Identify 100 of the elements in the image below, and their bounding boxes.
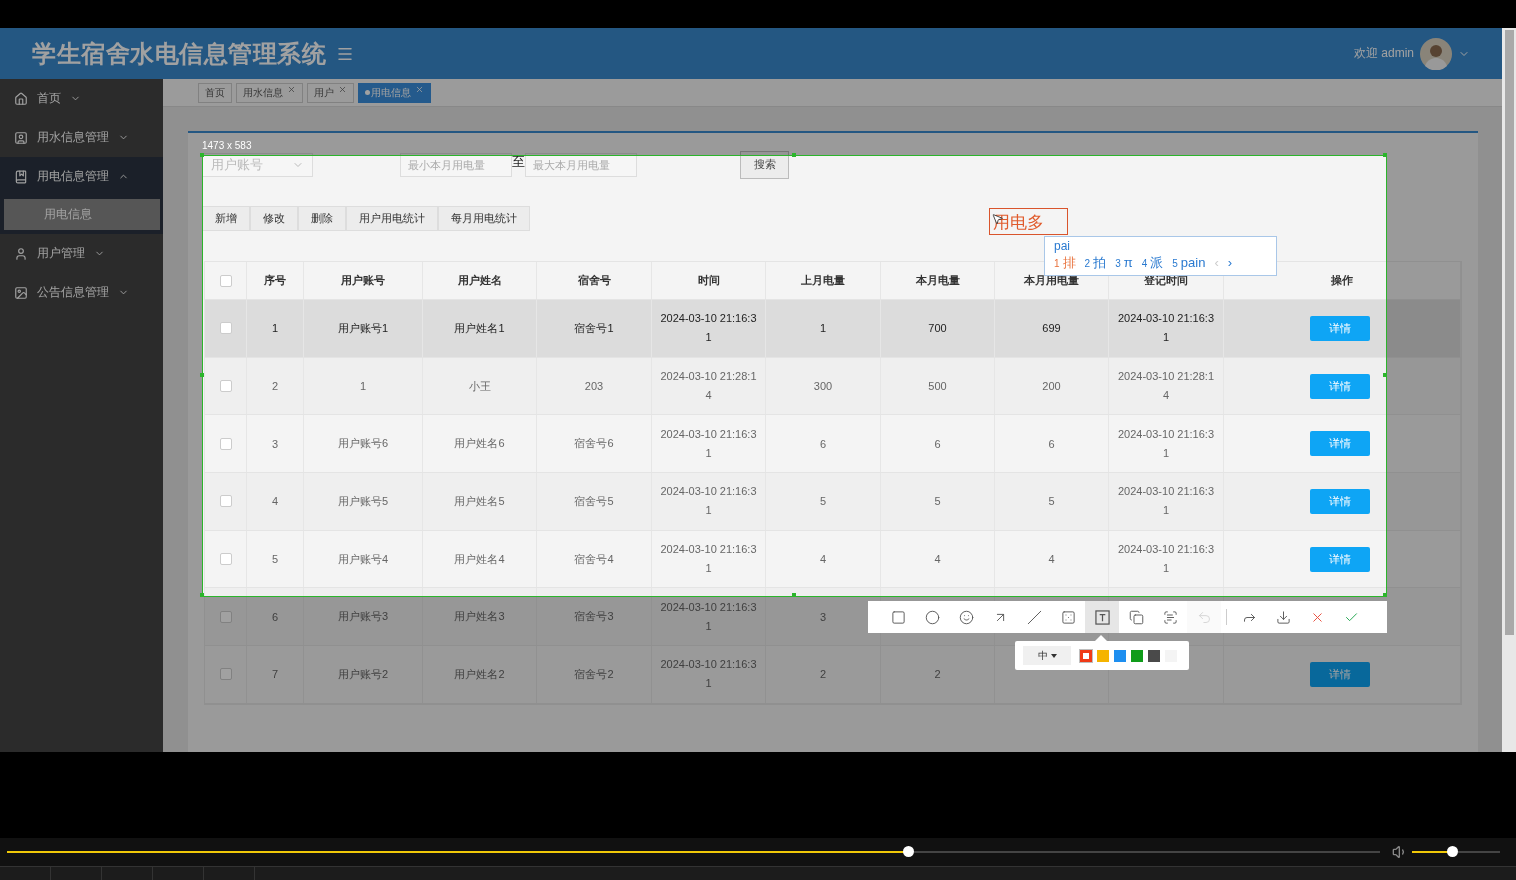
- table-cell: 4: [271, 495, 279, 508]
- search-button[interactable]: 搜索: [740, 150, 789, 179]
- avatar[interactable]: [1420, 37, 1452, 70]
- table-row[interactable]: 1 用户账号1 用户姓名1 宿舍号1 2024-03-10 21:16:31 1 700 699 2024-03-10 21:16:31 详情: [205, 300, 1461, 358]
- table-cell: 小王: [468, 378, 491, 394]
- sidebar-item[interactable]: 公告信息管理: [0, 273, 163, 312]
- tab[interactable]: 首页: [198, 82, 232, 103]
- action-button[interactable]: 删除: [298, 206, 346, 231]
- close-icon[interactable]: [338, 85, 347, 94]
- copy-icon: [1128, 609, 1144, 625]
- smiley-icon: [958, 609, 974, 625]
- sidebar-label: 用水信息管理: [37, 129, 109, 146]
- table-cell: 用户姓名1: [454, 320, 505, 336]
- cursor-icon: [991, 212, 1004, 226]
- sidebar-item[interactable]: 用电信息管理: [0, 157, 163, 196]
- color-swatch[interactable]: [1080, 649, 1092, 662]
- line-icon: [1026, 609, 1042, 625]
- tab[interactable]: 用电信息: [358, 82, 431, 103]
- table-cell-text: 2024-03-10 21:28:14: [660, 369, 757, 404]
- ime-candidate[interactable]: 5 pain: [1172, 255, 1206, 270]
- ime-candidate[interactable]: 1 排: [1054, 254, 1076, 272]
- checkbox[interactable]: [219, 437, 232, 450]
- checkbox[interactable]: [219, 668, 232, 681]
- detail-button[interactable]: 详情: [1309, 431, 1370, 457]
- sidebar-label: 公告信息管理: [37, 284, 109, 301]
- selection-frame[interactable]: [202, 155, 1387, 597]
- table-cell: 2: [934, 668, 941, 681]
- home-icon: [14, 91, 28, 106]
- table-cell: 6: [934, 437, 941, 450]
- checkbox[interactable]: [219, 553, 232, 566]
- font-size-select[interactable]: 中: [1023, 646, 1071, 665]
- close-icon[interactable]: [287, 85, 296, 94]
- table-cell-text: 2024-03-10 21:16:31: [1117, 311, 1215, 346]
- checkbox[interactable]: [219, 322, 232, 335]
- color-swatch[interactable]: [1148, 649, 1160, 662]
- id-card-icon: [14, 130, 28, 145]
- sidebar-item[interactable]: 用水信息管理: [0, 118, 163, 157]
- sidebar-label: 首页: [37, 90, 61, 107]
- table-row[interactable]: 5 用户账号4 用户姓名4 宿舍号4 2024-03-10 21:16:31 4 4 4 2024-03-10 21:16:31 详情: [205, 530, 1461, 589]
- table-cell: 用户账号5: [337, 493, 389, 509]
- table-cell: 1: [819, 322, 827, 335]
- detail-button[interactable]: 详情: [1309, 546, 1370, 572]
- max-usage-field[interactable]: 最大本月用电量: [525, 152, 637, 177]
- action-button[interactable]: 每月用电统计: [438, 206, 530, 231]
- submenu-item[interactable]: 用电信息: [4, 199, 160, 230]
- progress-handle[interactable]: [902, 846, 914, 857]
- table-cell-text: 2024-03-10 21:16:31: [660, 657, 757, 692]
- table-cell-text: 2024-03-10 21:16:31: [660, 542, 757, 577]
- checkbox[interactable]: [219, 380, 232, 393]
- sidebar-item[interactable]: 用户管理: [0, 234, 163, 273]
- table-cell: 6: [1048, 437, 1055, 450]
- table-cell-text: 2024-03-10 21:16:31: [660, 311, 757, 346]
- table-cell: 用户姓名5: [454, 493, 505, 509]
- table-row[interactable]: 4 用户账号5 用户姓名5 宿舍号5 2024-03-10 21:16:31 5 5 5 2024-03-10 21:16:31 详情: [205, 473, 1461, 531]
- sidebar-item[interactable]: 首页: [0, 79, 163, 118]
- table-cell-text: 2024-03-10 21:16:31: [660, 599, 757, 634]
- mosaic-icon: [1060, 609, 1076, 625]
- table-cell: 3: [819, 610, 827, 623]
- detail-button[interactable]: 详情: [1309, 661, 1370, 687]
- column-header: 序号: [264, 273, 286, 288]
- range-separator: 至: [512, 153, 525, 171]
- color-swatch[interactable]: [1097, 649, 1109, 662]
- table-cell: 6: [271, 610, 279, 623]
- table-cell: 用户账号4: [337, 551, 389, 567]
- table-cell: 2: [271, 380, 279, 393]
- table-cell: 300: [813, 380, 833, 393]
- detail-button[interactable]: 详情: [1309, 373, 1370, 399]
- action-button[interactable]: 修改: [250, 206, 298, 231]
- tab[interactable]: 用水信息: [236, 82, 303, 103]
- table-cell: 700: [928, 322, 947, 335]
- color-swatch[interactable]: [1114, 649, 1126, 662]
- table-row[interactable]: 2 1 小王 203 2024-03-10 21:28:14 300 500 200 2024-03-10 21:28:14 详情: [205, 357, 1461, 416]
- detail-button[interactable]: 详情: [1309, 488, 1370, 514]
- ime-candidate[interactable]: 4 派: [1141, 254, 1164, 272]
- min-usage-field[interactable]: 最小本月用电量: [400, 152, 512, 177]
- tab[interactable]: 用户: [307, 82, 354, 103]
- table-cell: 用户姓名6: [454, 436, 505, 452]
- action-button[interactable]: 用户用电统计: [346, 206, 438, 231]
- detail-button[interactable]: 详情: [1309, 315, 1370, 341]
- action-button[interactable]: 新增: [202, 206, 250, 231]
- scrollbar[interactable]: [1504, 30, 1514, 635]
- checkbox[interactable]: [219, 610, 232, 623]
- color-swatch[interactable]: [1131, 649, 1143, 662]
- ime-candidate[interactable]: 3 π: [1115, 255, 1133, 270]
- column-header: 用户姓名: [457, 273, 502, 288]
- column-header: 操作: [1331, 273, 1353, 288]
- table-cell: 5: [934, 495, 941, 508]
- checkbox[interactable]: [219, 495, 232, 508]
- tool-button[interactable]: [1085, 601, 1119, 633]
- ime-candidate[interactable]: 2 拍: [1084, 254, 1107, 272]
- volume-handle[interactable]: [1446, 846, 1458, 857]
- selection-size: 1473 x 583: [202, 140, 252, 151]
- checkbox[interactable]: [219, 274, 232, 287]
- table-row[interactable]: 3 用户账号6 用户姓名6 宿舍号6 2024-03-10 21:16:31 6 6 6 2024-03-10 21:16:31 详情: [205, 415, 1461, 474]
- table-cell: 203: [584, 380, 604, 393]
- app-title: 学生宿舍水电信息管理系统: [32, 38, 327, 70]
- table-cell: 2: [819, 668, 827, 681]
- next-page[interactable]: ›: [1227, 255, 1233, 270]
- table-cell: 用户账号1: [337, 320, 389, 336]
- column-header: 上月电量: [801, 273, 845, 288]
